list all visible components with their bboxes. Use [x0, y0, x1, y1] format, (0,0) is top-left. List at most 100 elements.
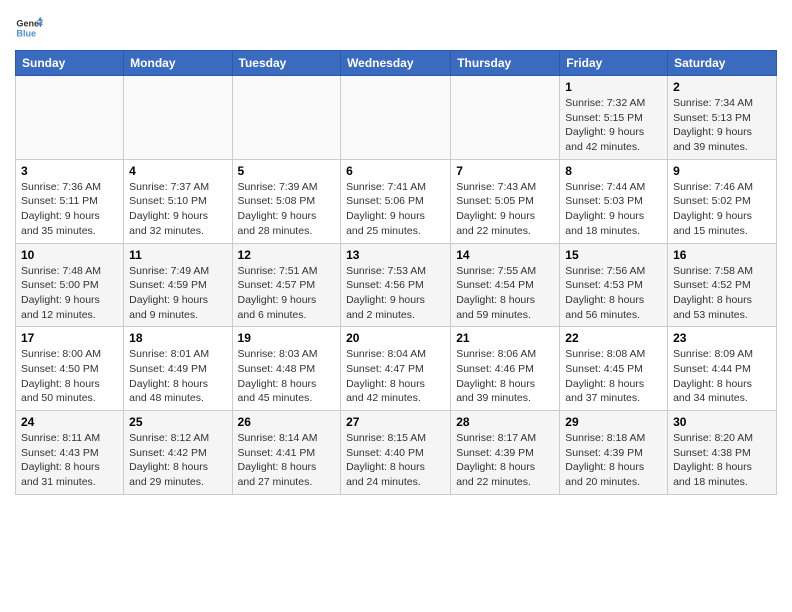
calendar-week-0: 1Sunrise: 7:32 AM Sunset: 5:15 PM Daylig…: [16, 76, 777, 160]
calendar-cell: 21 Sunrise: 8:06 AM Sunset: 4:46 PM Dayli…: [451, 327, 560, 411]
day-number: 12: [238, 248, 336, 262]
day-number: 20: [346, 331, 445, 345]
day-number: 19: [238, 331, 336, 345]
calendar-cell: 30 Sunrise: 8:20 AM Sunset: 4:38 PM Dayli…: [668, 411, 777, 495]
day-number: 5: [238, 164, 336, 178]
day-number: 15: [565, 248, 662, 262]
calendar-cell: 14 Sunrise: 7:55 AM Sunset: 4:54 PM Dayli…: [451, 243, 560, 327]
day-info: Sunrise: 7:39 AM Sunset: 5:08 PM Dayligh…: [238, 180, 336, 239]
day-info: Sunrise: 7:48 AM Sunset: 5:00 PM Dayligh…: [21, 264, 118, 323]
day-number: 13: [346, 248, 445, 262]
calendar-cell: [232, 76, 341, 160]
day-info: Sunrise: 8:20 AM Sunset: 4:38 PM Dayligh…: [673, 431, 771, 490]
calendar-cell: 12Sunrise: 7:51 AM Sunset: 4:57 PM Dayli…: [232, 243, 341, 327]
day-info: Sunrise: 8:15 AM Sunset: 4:40 PM Dayligh…: [346, 431, 445, 490]
day-number: 16: [673, 248, 771, 262]
calendar-cell: 2 Sunrise: 7:34 AM Sunset: 5:13 PM Daylig…: [668, 76, 777, 160]
day-number: 25: [129, 415, 226, 429]
calendar-cell: 17 Sunrise: 8:00 AM Sunset: 4:50 PM Dayli…: [16, 327, 124, 411]
day-number: 7: [456, 164, 554, 178]
calendar-cell: 3 Sunrise: 7:36 AM Sunset: 5:11 PM Daylig…: [16, 159, 124, 243]
day-info: Sunrise: 7:49 AM Sunset: 4:59 PM Dayligh…: [129, 264, 226, 323]
calendar-cell: 16 Sunrise: 7:58 AM Sunset: 4:52 PM Dayli…: [668, 243, 777, 327]
day-number: 14: [456, 248, 554, 262]
calendar-week-4: 24 Sunrise: 8:11 AM Sunset: 4:43 PM Dayli…: [16, 411, 777, 495]
day-info: Sunrise: 8:08 AM Sunset: 4:45 PM Dayligh…: [565, 347, 662, 406]
day-number: 24: [21, 415, 118, 429]
calendar-cell: [124, 76, 232, 160]
calendar-header-saturday: Saturday: [668, 51, 777, 76]
calendar-cell: 9 Sunrise: 7:46 AM Sunset: 5:02 PM Daylig…: [668, 159, 777, 243]
day-number: 23: [673, 331, 771, 345]
day-number: 1: [565, 80, 662, 94]
svg-text:Blue: Blue: [16, 28, 36, 38]
day-info: Sunrise: 8:04 AM Sunset: 4:47 PM Dayligh…: [346, 347, 445, 406]
calendar-header-thursday: Thursday: [451, 51, 560, 76]
day-info: Sunrise: 8:06 AM Sunset: 4:46 PM Dayligh…: [456, 347, 554, 406]
calendar-cell: 13 Sunrise: 7:53 AM Sunset: 4:56 PM Dayli…: [341, 243, 451, 327]
calendar-cell: 22Sunrise: 8:08 AM Sunset: 4:45 PM Dayli…: [560, 327, 668, 411]
day-info: Sunrise: 8:12 AM Sunset: 4:42 PM Dayligh…: [129, 431, 226, 490]
day-info: Sunrise: 8:18 AM Sunset: 4:39 PM Dayligh…: [565, 431, 662, 490]
calendar-table: SundayMondayTuesdayWednesdayThursdayFrid…: [15, 50, 777, 495]
logo-icon: General Blue: [15, 14, 43, 42]
day-info: Sunrise: 8:09 AM Sunset: 4:44 PM Dayligh…: [673, 347, 771, 406]
calendar-cell: 1Sunrise: 7:32 AM Sunset: 5:15 PM Daylig…: [560, 76, 668, 160]
day-info: Sunrise: 7:34 AM Sunset: 5:13 PM Dayligh…: [673, 96, 771, 155]
day-number: 2: [673, 80, 771, 94]
day-number: 8: [565, 164, 662, 178]
calendar-header-tuesday: Tuesday: [232, 51, 341, 76]
calendar-cell: 26Sunrise: 8:14 AM Sunset: 4:41 PM Dayli…: [232, 411, 341, 495]
calendar-cell: 5 Sunrise: 7:39 AM Sunset: 5:08 PM Daylig…: [232, 159, 341, 243]
day-number: 11: [129, 248, 226, 262]
calendar-cell: 23 Sunrise: 8:09 AM Sunset: 4:44 PM Dayli…: [668, 327, 777, 411]
day-number: 30: [673, 415, 771, 429]
day-number: 28: [456, 415, 554, 429]
day-info: Sunrise: 8:01 AM Sunset: 4:49 PM Dayligh…: [129, 347, 226, 406]
calendar-cell: 24 Sunrise: 8:11 AM Sunset: 4:43 PM Dayli…: [16, 411, 124, 495]
day-number: 27: [346, 415, 445, 429]
day-number: 9: [673, 164, 771, 178]
calendar-cell: 29 Sunrise: 8:18 AM Sunset: 4:39 PM Dayli…: [560, 411, 668, 495]
day-number: 17: [21, 331, 118, 345]
calendar-header-friday: Friday: [560, 51, 668, 76]
calendar-header-monday: Monday: [124, 51, 232, 76]
day-info: Sunrise: 7:53 AM Sunset: 4:56 PM Dayligh…: [346, 264, 445, 323]
day-info: Sunrise: 8:11 AM Sunset: 4:43 PM Dayligh…: [21, 431, 118, 490]
calendar-cell: 15 Sunrise: 7:56 AM Sunset: 4:53 PM Dayli…: [560, 243, 668, 327]
calendar-cell: [16, 76, 124, 160]
day-info: Sunrise: 7:36 AM Sunset: 5:11 PM Dayligh…: [21, 180, 118, 239]
day-number: 29: [565, 415, 662, 429]
day-info: Sunrise: 7:58 AM Sunset: 4:52 PM Dayligh…: [673, 264, 771, 323]
calendar-header-sunday: Sunday: [16, 51, 124, 76]
calendar-cell: 28Sunrise: 8:17 AM Sunset: 4:39 PM Dayli…: [451, 411, 560, 495]
day-number: 21: [456, 331, 554, 345]
day-info: Sunrise: 8:03 AM Sunset: 4:48 PM Dayligh…: [238, 347, 336, 406]
day-info: Sunrise: 7:43 AM Sunset: 5:05 PM Dayligh…: [456, 180, 554, 239]
calendar-cell: 18 Sunrise: 8:01 AM Sunset: 4:49 PM Dayli…: [124, 327, 232, 411]
header: General Blue: [15, 10, 777, 42]
calendar-cell: 8 Sunrise: 7:44 AM Sunset: 5:03 PM Daylig…: [560, 159, 668, 243]
calendar-cell: [451, 76, 560, 160]
calendar-cell: 7 Sunrise: 7:43 AM Sunset: 5:05 PM Daylig…: [451, 159, 560, 243]
day-info: Sunrise: 7:44 AM Sunset: 5:03 PM Dayligh…: [565, 180, 662, 239]
calendar-cell: [341, 76, 451, 160]
day-number: 3: [21, 164, 118, 178]
day-number: 4: [129, 164, 226, 178]
day-number: 26: [238, 415, 336, 429]
calendar-header-row: SundayMondayTuesdayWednesdayThursdayFrid…: [16, 51, 777, 76]
calendar-cell: 11 Sunrise: 7:49 AM Sunset: 4:59 PM Dayli…: [124, 243, 232, 327]
day-info: Sunrise: 7:55 AM Sunset: 4:54 PM Dayligh…: [456, 264, 554, 323]
day-info: Sunrise: 8:00 AM Sunset: 4:50 PM Dayligh…: [21, 347, 118, 406]
day-info: Sunrise: 7:41 AM Sunset: 5:06 PM Dayligh…: [346, 180, 445, 239]
day-info: Sunrise: 7:56 AM Sunset: 4:53 PM Dayligh…: [565, 264, 662, 323]
calendar-week-1: 3 Sunrise: 7:36 AM Sunset: 5:11 PM Daylig…: [16, 159, 777, 243]
logo: General Blue: [15, 14, 43, 42]
calendar-cell: 20 Sunrise: 8:04 AM Sunset: 4:47 PM Dayli…: [341, 327, 451, 411]
calendar-cell: 4Sunrise: 7:37 AM Sunset: 5:10 PM Daylig…: [124, 159, 232, 243]
day-number: 10: [21, 248, 118, 262]
day-number: 18: [129, 331, 226, 345]
calendar-cell: 6 Sunrise: 7:41 AM Sunset: 5:06 PM Daylig…: [341, 159, 451, 243]
day-info: Sunrise: 7:46 AM Sunset: 5:02 PM Dayligh…: [673, 180, 771, 239]
day-number: 6: [346, 164, 445, 178]
